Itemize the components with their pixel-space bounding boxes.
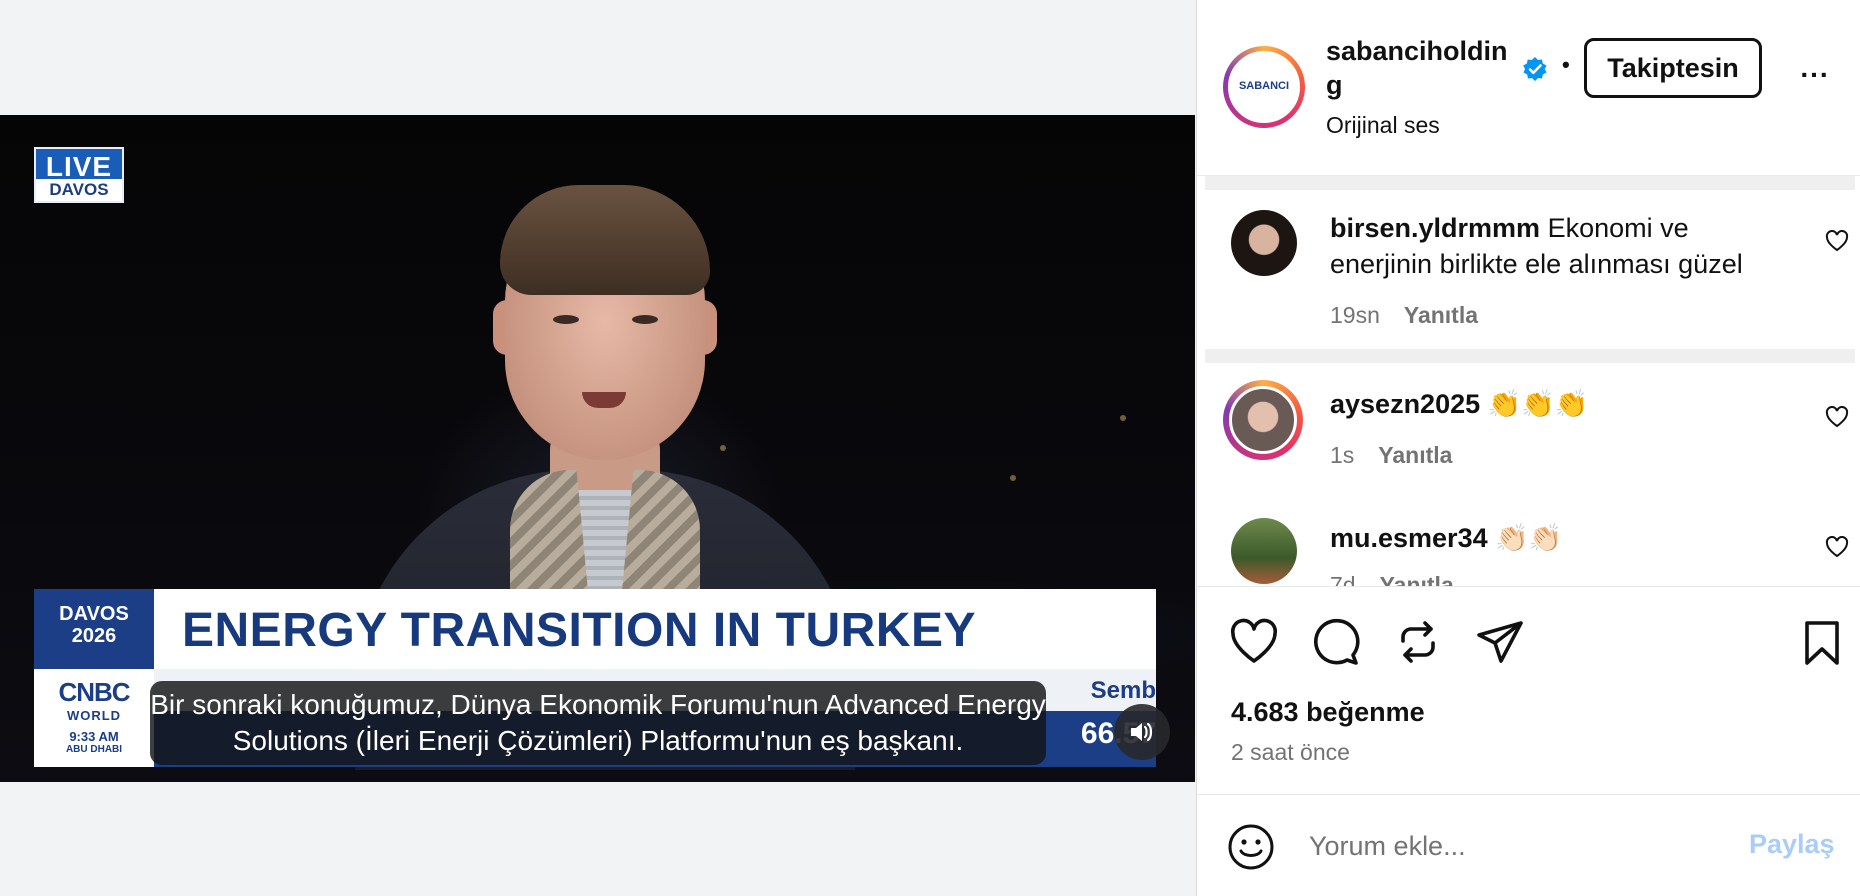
network-name: CNBC [58,677,130,707]
likes-count[interactable]: 4.683 beğenme [1231,697,1425,728]
more-options-icon[interactable]: ... [1793,54,1837,92]
comment-input[interactable] [1309,821,1709,871]
bg-light [1010,475,1016,481]
post-actions: 4.683 beğenme 2 saat önce [1197,586,1860,796]
post-sidebar: SABANCI sabanciholding • Takiptesin ... … [1196,0,1860,896]
comment-time: 1s [1330,442,1355,468]
like-comment-heart-icon[interactable] [1825,536,1849,558]
headline-bar: ENERGY TRANSITION IN TURKEY [154,589,1156,669]
separator-dot: • [1562,52,1570,77]
like-comment-heart-icon[interactable] [1825,406,1849,428]
comment-text: 👏👏👏 [1487,389,1589,419]
post-comment-button[interactable]: Paylaş [1749,829,1835,860]
comment-bubble-icon[interactable] [1309,615,1363,669]
post-time[interactable]: 2 saat önce [1231,739,1350,766]
commenter-username[interactable]: birsen.yldrmmm [1330,213,1540,243]
like-comment-heart-icon[interactable] [1825,230,1849,252]
verified-badge-icon [1523,57,1547,81]
audio-label[interactable]: Orijinal ses [1326,112,1440,139]
comment-composer: Paylaş [1197,794,1860,896]
broadcast-time: 9:33 AM [69,729,119,744]
comment-divider [1205,176,1855,190]
reply-button[interactable]: Yanıtla [1380,572,1454,586]
broadcast-city: ABU DHABI [65,744,123,755]
following-button[interactable]: Takiptesin [1584,38,1762,98]
save-bookmark-icon[interactable] [1795,615,1849,669]
commenter-avatar[interactable] [1231,210,1297,276]
instagram-post-view: LIVE DAVOS DAVOS 2026 CNBC WORLD 9:33 AM… [0,0,1860,896]
comment-divider [1205,349,1855,363]
comment-time: 7d [1330,572,1356,586]
event-label: DAVOS 2026 [59,603,129,647]
network-sub: WORLD [66,708,122,723]
speaker-icon [1131,722,1153,742]
ticker-label: Semb [1090,677,1156,704]
reply-button[interactable]: Yanıtla [1404,302,1478,328]
profile-avatar[interactable]: SABANCI [1223,46,1305,128]
bg-light [1120,415,1126,421]
live-badge: LIVE DAVOS [34,147,124,203]
video-player[interactable]: LIVE DAVOS DAVOS 2026 CNBC WORLD 9:33 AM… [0,115,1195,782]
comment-item: mu.esmer34 👏🏻👏🏻 7d Yanıtla [1197,518,1860,586]
avatar-logo-text: SABANCI [1238,80,1290,92]
commenter-avatar[interactable] [1231,518,1297,584]
post-header: SABANCI sabanciholding • Takiptesin ... … [1197,0,1860,176]
reply-button[interactable]: Yanıtla [1378,442,1452,468]
audio-toggle-button[interactable] [1114,704,1170,760]
like-heart-icon[interactable] [1227,615,1281,669]
repost-icon[interactable] [1391,615,1445,669]
comment-time: 19sn [1330,302,1380,328]
live-location: DAVOS [36,179,122,201]
commenter-username[interactable]: aysezn2025 [1330,389,1480,419]
video-caption: Bir sonraki konuğumuz, Dünya Ekonomik Fo… [150,681,1046,765]
comment-text: 👏🏻👏🏻 [1495,523,1563,553]
username-link[interactable]: sabanciholding [1326,34,1516,102]
emoji-icon[interactable] [1227,823,1275,871]
commenter-username[interactable]: mu.esmer34 [1330,523,1488,553]
network-logo: CNBC WORLD 9:33 AM ABU DHABI [34,669,154,767]
share-send-icon[interactable] [1473,615,1527,669]
headline: ENERGY TRANSITION IN TURKEY [182,604,977,657]
commenter-avatar[interactable] [1223,380,1303,460]
